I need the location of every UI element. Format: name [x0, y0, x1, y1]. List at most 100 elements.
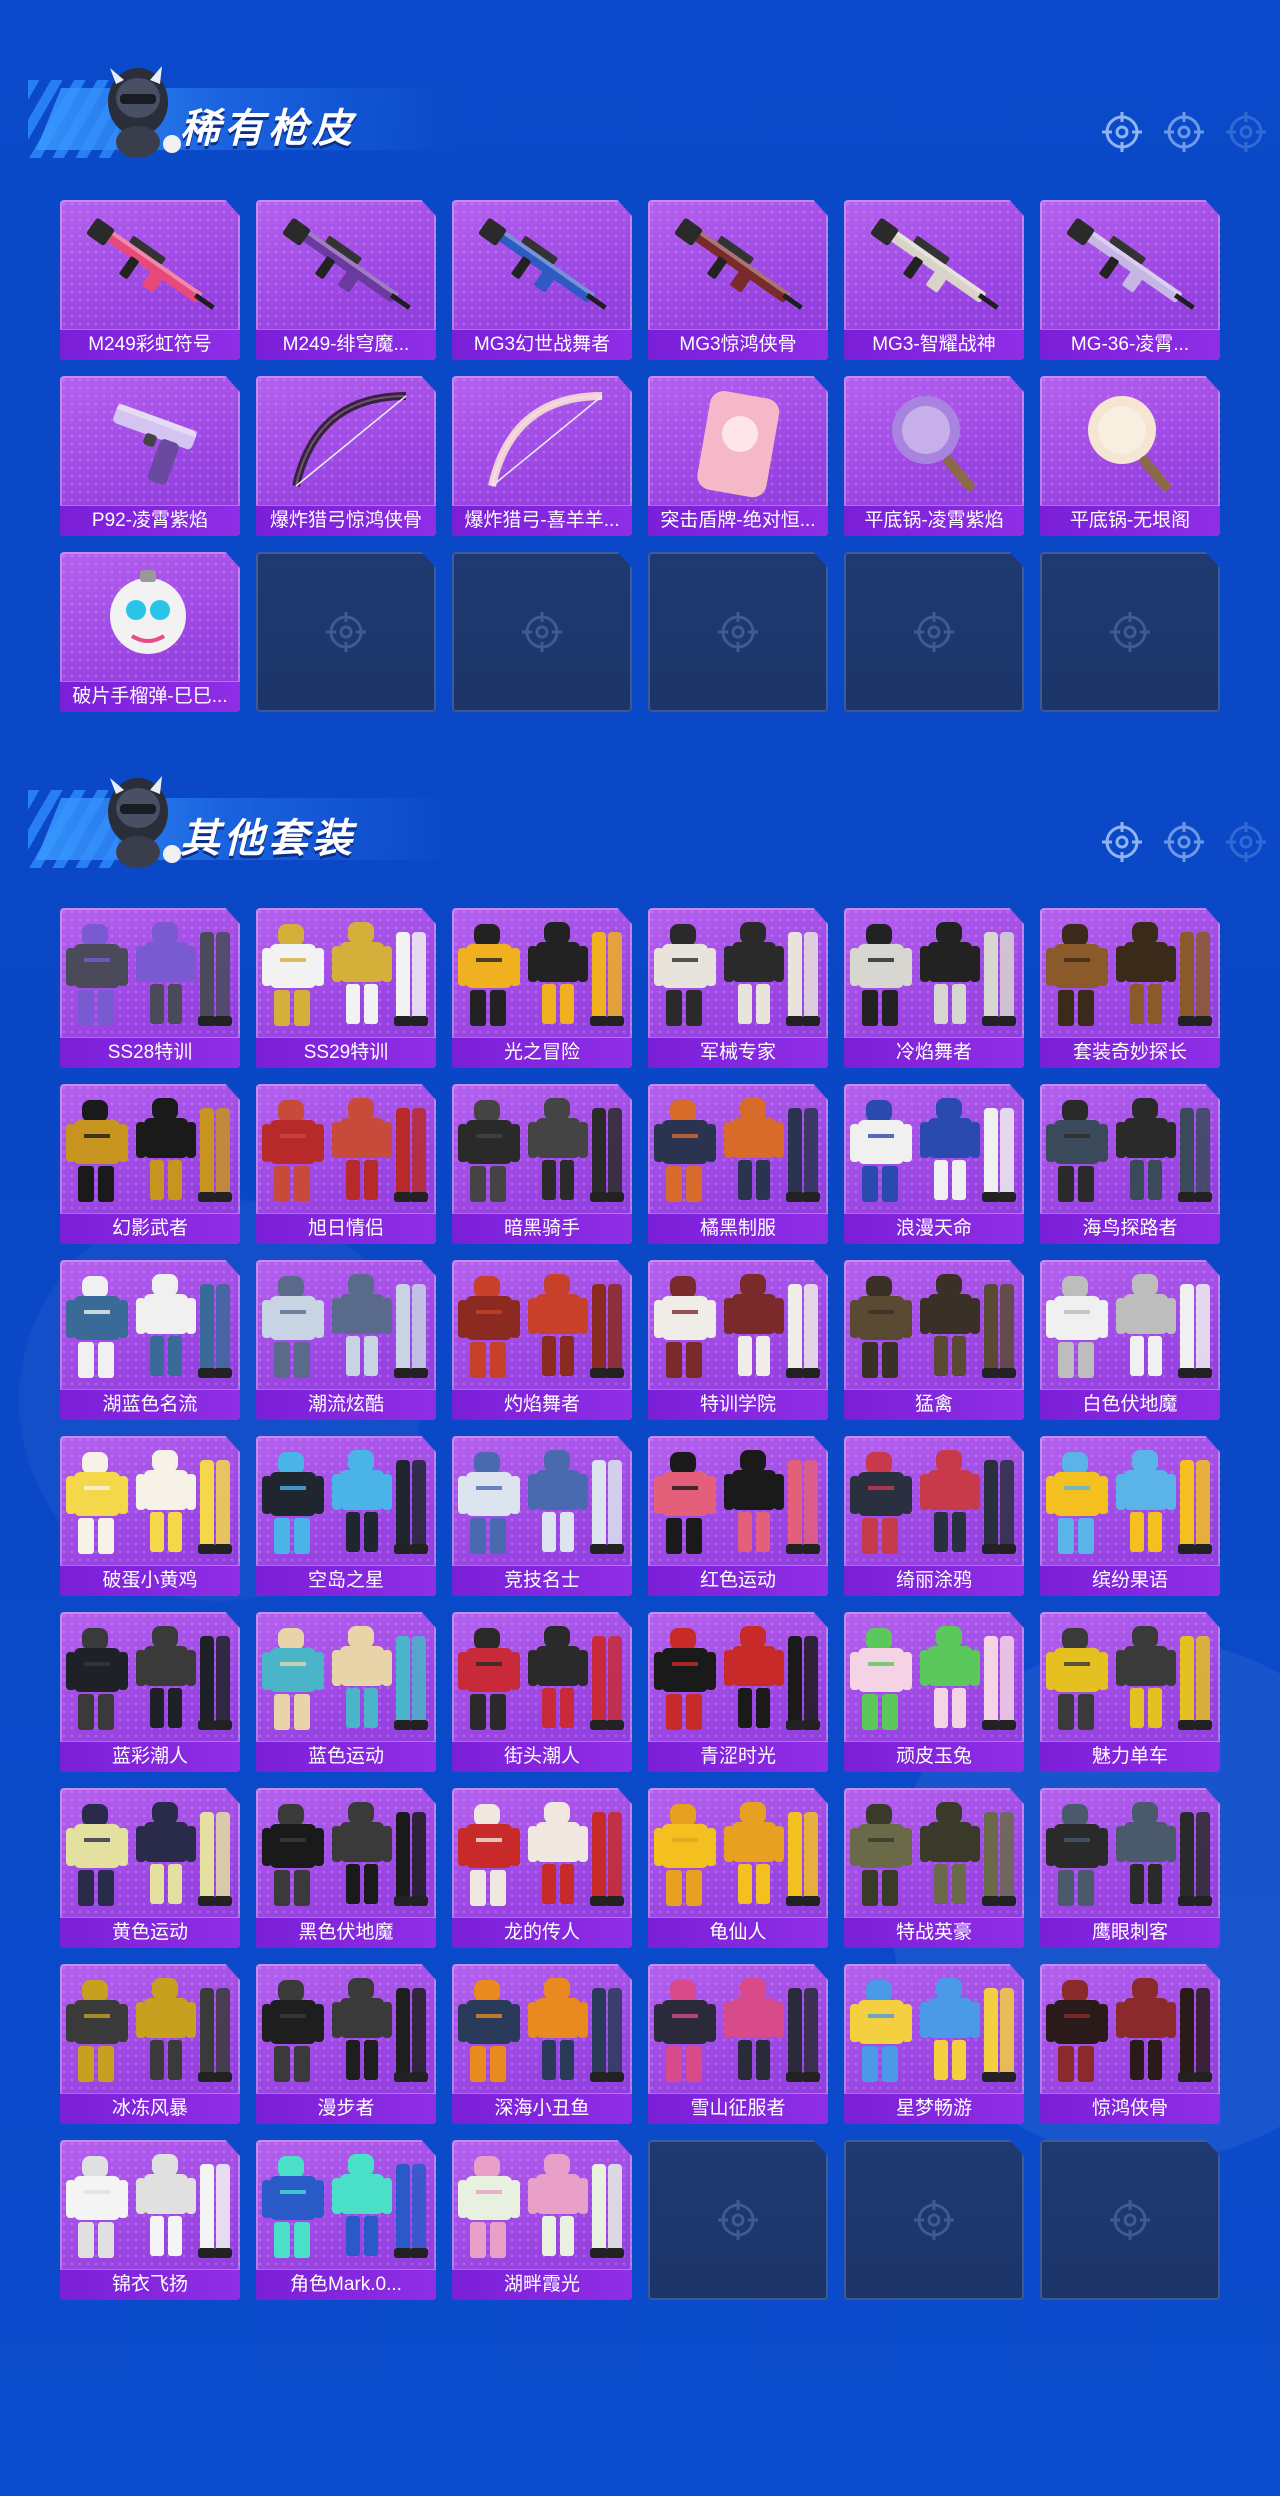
- item-name-label: P92-凌霄紫焰: [60, 505, 240, 536]
- mascot-icon: [108, 66, 181, 158]
- gun-skin-image: [110, 570, 186, 654]
- item-name-label: 蓝色运动: [256, 1741, 436, 1772]
- outfit-card[interactable]: 冷焰舞者: [844, 908, 1024, 1068]
- outfit-image: [66, 1098, 232, 1202]
- outfit-card[interactable]: 鹰眼刺客: [1040, 1788, 1220, 1948]
- outfit-card[interactable]: 龙的传人: [452, 1788, 632, 1948]
- gun-skin-image: [478, 218, 607, 310]
- gun-skin-card[interactable]: M249-绯穹魔...: [256, 200, 436, 360]
- gun-skin-card[interactable]: P92-凌霄紫焰: [60, 376, 240, 536]
- outfit-image: [458, 1626, 624, 1730]
- gun-skin-image: [282, 218, 411, 310]
- outfit-image: [1046, 1626, 1212, 1730]
- empty-slot: [452, 552, 632, 712]
- gun-skin-card[interactable]: MG3惊鸿侠骨: [648, 200, 828, 360]
- item-name-label: SS28特训: [60, 1037, 240, 1068]
- outfit-card[interactable]: 浪漫天命: [844, 1084, 1024, 1244]
- gun-skin-card[interactable]: 平底锅-凌霄紫焰: [844, 376, 1024, 536]
- outfit-card[interactable]: 竞技名士: [452, 1436, 632, 1596]
- empty-slot-target-icon: [522, 612, 562, 652]
- outfit-card[interactable]: SS29特训: [256, 908, 436, 1068]
- outfit-card[interactable]: 街头潮人: [452, 1612, 632, 1772]
- outfit-card[interactable]: 海鸟探路者: [1040, 1084, 1220, 1244]
- outfit-card[interactable]: 橘黑制服: [648, 1084, 828, 1244]
- outfit-image: [850, 1626, 1016, 1730]
- outfit-card[interactable]: 角色Mark.0...: [256, 2140, 436, 2300]
- outfit-card[interactable]: 绮丽涂鸦: [844, 1436, 1024, 1596]
- outfit-card[interactable]: 黄色运动: [60, 1788, 240, 1948]
- outfit-image: [654, 1978, 820, 2082]
- outfit-card[interactable]: 灼焰舞者: [452, 1260, 632, 1420]
- item-name-label: 竞技名士: [452, 1565, 632, 1596]
- target-icon: [1226, 112, 1266, 152]
- item-name-label: 魅力单车: [1040, 1741, 1220, 1772]
- header-target-icons: [1100, 820, 1268, 864]
- item-name-label: 湖蓝色名流: [60, 1389, 240, 1420]
- outfit-card[interactable]: 幻影武者: [60, 1084, 240, 1244]
- gun-skin-card[interactable]: 爆炸猎弓-喜羊羊...: [452, 376, 632, 536]
- empty-slot-target-icon: [1110, 2200, 1150, 2240]
- item-name-label: 鹰眼刺客: [1040, 1917, 1220, 1948]
- item-name-label: MG3-智耀战神: [844, 329, 1024, 360]
- gun-skin-card[interactable]: MG3幻世战舞者: [452, 200, 632, 360]
- outfit-card[interactable]: 缤纷果语: [1040, 1436, 1220, 1596]
- outfit-card[interactable]: 破蛋小黄鸡: [60, 1436, 240, 1596]
- gun-skin-image: [697, 391, 780, 498]
- outfit-card[interactable]: 蓝色运动: [256, 1612, 436, 1772]
- item-name-label: 红色运动: [648, 1565, 828, 1596]
- item-grid: SS28特训 SS29特训 光之冒险 军械专家 冷焰舞者 套装奇妙探长 幻影武者…: [60, 908, 1220, 2300]
- outfit-card[interactable]: SS28特训: [60, 908, 240, 1068]
- outfit-card[interactable]: 青涩时光: [648, 1612, 828, 1772]
- item-name-label: 角色Mark.0...: [256, 2269, 436, 2300]
- item-name-label: 黄色运动: [60, 1917, 240, 1948]
- outfit-card[interactable]: 旭日情侣: [256, 1084, 436, 1244]
- outfit-card[interactable]: 湖畔霞光: [452, 2140, 632, 2300]
- empty-slot-target-icon: [1110, 612, 1150, 652]
- outfit-card[interactable]: 蓝彩潮人: [60, 1612, 240, 1772]
- outfit-card[interactable]: 特战英豪: [844, 1788, 1024, 1948]
- outfit-image: [850, 1450, 1016, 1554]
- outfit-image: [654, 1274, 820, 1378]
- outfit-card[interactable]: 空岛之星: [256, 1436, 436, 1596]
- gun-skin-card[interactable]: MG-36-凌霄...: [1040, 200, 1220, 360]
- outfit-card[interactable]: 猛禽: [844, 1260, 1024, 1420]
- outfit-card[interactable]: 红色运动: [648, 1436, 828, 1596]
- outfit-card[interactable]: 黑色伏地魔: [256, 1788, 436, 1948]
- gun-skin-card[interactable]: 破片手榴弹-巳巳...: [60, 552, 240, 712]
- outfit-card[interactable]: 顽皮玉兔: [844, 1612, 1024, 1772]
- outfit-image: [1046, 1978, 1212, 2082]
- outfit-image: [262, 922, 428, 1026]
- outfit-card[interactable]: 套装奇妙探长: [1040, 908, 1220, 1068]
- outfit-card[interactable]: 魅力单车: [1040, 1612, 1220, 1772]
- outfit-card[interactable]: 龟仙人: [648, 1788, 828, 1948]
- gun-skin-card[interactable]: MG3-智耀战神: [844, 200, 1024, 360]
- outfit-image: [850, 1802, 1016, 1906]
- item-name-label: MG3幻世战舞者: [452, 329, 632, 360]
- item-name-label: 套装奇妙探长: [1040, 1037, 1220, 1068]
- outfit-image: [458, 922, 624, 1026]
- outfit-card[interactable]: 光之冒险: [452, 908, 632, 1068]
- gun-skin-card[interactable]: 突击盾牌-绝对恒...: [648, 376, 828, 536]
- outfit-card[interactable]: 锦衣飞扬: [60, 2140, 240, 2300]
- outfit-card[interactable]: 冰冻风暴: [60, 1964, 240, 2124]
- outfit-card[interactable]: 漫步者: [256, 1964, 436, 2124]
- outfit-card[interactable]: 雪山征服者: [648, 1964, 828, 2124]
- gun-skin-image: [488, 392, 603, 487]
- gun-skin-image: [1066, 218, 1195, 310]
- item-name-label: 星梦畅游: [844, 2093, 1024, 2124]
- outfit-card[interactable]: 白色伏地魔: [1040, 1260, 1220, 1420]
- item-name-label: 龙的传人: [452, 1917, 632, 1948]
- outfit-card[interactable]: 惊鸿侠骨: [1040, 1964, 1220, 2124]
- outfit-image: [66, 1978, 232, 2082]
- outfit-card[interactable]: 星梦畅游: [844, 1964, 1024, 2124]
- outfit-card[interactable]: 深海小丑鱼: [452, 1964, 632, 2124]
- gun-skin-card[interactable]: M249彩虹符号: [60, 200, 240, 360]
- outfit-card[interactable]: 暗黑骑手: [452, 1084, 632, 1244]
- target-icon: [1164, 822, 1204, 862]
- gun-skin-card[interactable]: 平底锅-无垠阁: [1040, 376, 1220, 536]
- outfit-card[interactable]: 特训学院: [648, 1260, 828, 1420]
- outfit-card[interactable]: 潮流炫酷: [256, 1260, 436, 1420]
- outfit-card[interactable]: 湖蓝色名流: [60, 1260, 240, 1420]
- outfit-card[interactable]: 军械专家: [648, 908, 828, 1068]
- gun-skin-card[interactable]: 爆炸猎弓惊鸿侠骨: [256, 376, 436, 536]
